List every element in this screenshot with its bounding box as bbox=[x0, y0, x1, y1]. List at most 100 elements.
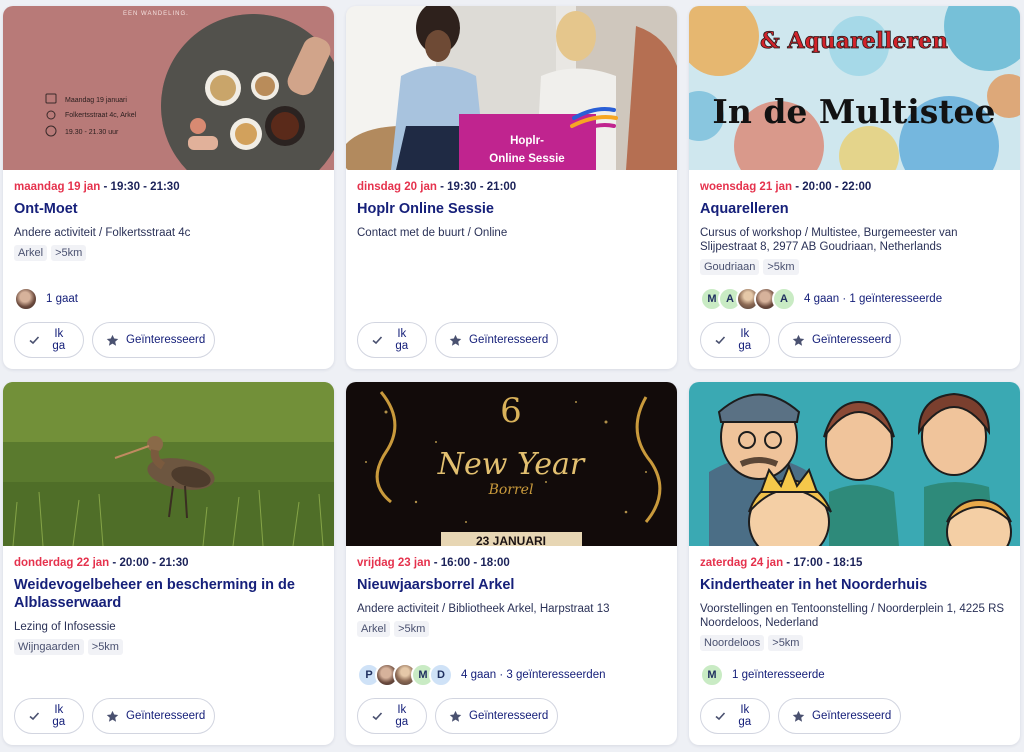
going-label: Ik ga bbox=[395, 704, 409, 728]
attendee-avatars: M bbox=[700, 663, 724, 687]
datetime-separator: - bbox=[433, 557, 438, 569]
check-icon bbox=[28, 709, 41, 723]
going-label: Ik ga bbox=[738, 328, 752, 352]
event-date: donderdag 22 jan bbox=[14, 557, 110, 569]
check-icon bbox=[714, 333, 727, 347]
going-label: Ik ga bbox=[738, 704, 752, 728]
event-image-graphic: EEN WANDELING. Maandag 19 januari Folker… bbox=[3, 6, 334, 170]
image-label-line2: Online Sessie bbox=[489, 153, 564, 165]
check-icon bbox=[28, 333, 41, 347]
event-image[interactable]: 6 New Year Borrel 23 JANUARI bbox=[346, 382, 677, 546]
interested-button[interactable]: Geïnteresseerd bbox=[778, 698, 901, 734]
event-image[interactable]: EEN WANDELING. Maandag 19 januari Folker… bbox=[3, 6, 334, 170]
event-time: 19:30 - 21:30 bbox=[110, 181, 180, 193]
datetime-separator: - bbox=[103, 181, 108, 193]
datetime-separator: - bbox=[440, 181, 444, 193]
event-title[interactable]: Aquarelleren bbox=[700, 200, 1009, 218]
event-tags: Arkel >5km bbox=[357, 621, 666, 637]
event-location: Andere activiteit / Bibliotheek Arkel, H… bbox=[357, 603, 610, 615]
event-actions: Ik ga Geïnteresseerd bbox=[700, 322, 901, 358]
event-image[interactable] bbox=[689, 382, 1020, 546]
event-time: 20:00 - 22:00 bbox=[802, 181, 872, 193]
event-image-graphic bbox=[689, 382, 1020, 546]
event-datetime: donderdag 22 jan - 20:00 - 21:30 bbox=[14, 556, 323, 571]
event-actions: Ik ga Geïnteresseerd bbox=[14, 322, 215, 358]
event-location: Voorstellingen en Tentoonstelling / Noor… bbox=[700, 603, 1005, 629]
event-title[interactable]: Kindertheater in het Noorderhuis bbox=[700, 576, 1009, 594]
attendee-avatars: M A A bbox=[700, 287, 796, 311]
star-icon bbox=[449, 333, 462, 347]
star-icon bbox=[792, 709, 805, 723]
event-datetime: dinsdag 20 jan - 19:30 - 21:00 bbox=[357, 180, 666, 195]
event-actions: Ik ga Geïnteresseerd bbox=[357, 322, 558, 358]
event-date: woensdag 21 jan bbox=[700, 181, 793, 193]
event-image[interactable]: Hoplr- Online Sessie bbox=[346, 6, 677, 170]
interested-button[interactable]: Geïnteresseerd bbox=[435, 698, 558, 734]
going-label: Ik ga bbox=[52, 328, 66, 352]
attendance-text: 1 geïnteresseerde bbox=[732, 669, 825, 681]
check-icon bbox=[371, 333, 384, 347]
event-date: dinsdag 20 jan bbox=[357, 181, 437, 193]
image-title-line2: In de Multistee bbox=[712, 92, 995, 131]
attendance[interactable]: P M D 4 gaan · 3 geïnteresseerden bbox=[357, 663, 606, 687]
avatar: A bbox=[772, 287, 796, 311]
event-card-ont-moet[interactable]: EEN WANDELING. Maandag 19 januari Folker… bbox=[3, 6, 334, 369]
image-title-line1: New Year bbox=[437, 447, 586, 482]
image-info-time: 19.30 - 21.30 uur bbox=[65, 129, 119, 136]
event-title[interactable]: Ont-Moet bbox=[14, 200, 323, 218]
event-tags: Wijngaarden >5km bbox=[14, 639, 323, 655]
event-datetime: vrijdag 23 jan - 16:00 - 18:00 bbox=[357, 556, 666, 571]
image-title-line2: Borrel bbox=[488, 482, 534, 498]
going-button[interactable]: Ik ga bbox=[700, 322, 770, 358]
going-label: Ik ga bbox=[52, 704, 66, 728]
interested-label: Geïnteresseerd bbox=[812, 334, 892, 346]
going-button[interactable]: Ik ga bbox=[357, 322, 427, 358]
event-image-graphic bbox=[3, 382, 334, 546]
tag-place: Arkel bbox=[14, 245, 48, 261]
interested-label: Geïnteresseerd bbox=[126, 334, 206, 346]
interested-button[interactable]: Geïnteresseerd bbox=[92, 698, 215, 734]
tag-distance: >5km bbox=[394, 621, 430, 637]
going-button[interactable]: Ik ga bbox=[14, 322, 84, 358]
going-button[interactable]: Ik ga bbox=[14, 698, 84, 734]
tag-distance: >5km bbox=[87, 639, 123, 655]
event-card-weidevogel[interactable]: donderdag 22 jan - 20:00 - 21:30 Weidevo… bbox=[3, 382, 334, 745]
event-title[interactable]: Nieuwjaarsborrel Arkel bbox=[357, 576, 666, 594]
attendance[interactable]: M 1 geïnteresseerde bbox=[700, 663, 825, 687]
event-date: zaterdag 24 jan bbox=[700, 557, 784, 569]
event-card-nieuwjaarsborrel[interactable]: 6 New Year Borrel 23 JANUARI vrijdag 23 … bbox=[346, 382, 677, 745]
attendance[interactable]: 1 gaat bbox=[14, 287, 78, 311]
interested-button[interactable]: Geïnteresseerd bbox=[92, 322, 215, 358]
tag-place: Noordeloos bbox=[700, 635, 765, 651]
event-tags: Noordeloos >5km bbox=[700, 635, 1009, 651]
event-title[interactable]: Weidevogelbeheer en bescherming in de Al… bbox=[14, 576, 323, 612]
interested-button[interactable]: Geïnteresseerd bbox=[778, 322, 901, 358]
datetime-separator: - bbox=[795, 181, 800, 193]
event-location: Contact met de buurt / Online bbox=[357, 227, 508, 239]
event-title[interactable]: Hoplr Online Sessie bbox=[357, 200, 666, 218]
image-label-line1: Hoplr- bbox=[510, 135, 544, 147]
event-actions: Ik ga Geïnteresseerd bbox=[700, 698, 901, 734]
event-tags: Arkel >5km bbox=[14, 245, 323, 261]
event-card-kindertheater[interactable]: zaterdag 24 jan - 17:00 - 18:15 Kinderth… bbox=[689, 382, 1020, 745]
check-icon bbox=[714, 709, 727, 723]
event-image[interactable] bbox=[3, 382, 334, 546]
image-caption: EEN WANDELING. bbox=[123, 11, 189, 17]
event-image-graphic: Hoplr- Online Sessie bbox=[346, 6, 677, 170]
attendance-text: 4 gaan · 3 geïnteresseerden bbox=[461, 669, 606, 681]
interested-label: Geïnteresseerd bbox=[126, 710, 206, 722]
event-location: Lezing of Infosessie bbox=[14, 621, 116, 633]
tag-distance: >5km bbox=[768, 635, 804, 651]
event-card-hoplr[interactable]: Hoplr- Online Sessie dinsdag 20 jan - 19… bbox=[346, 6, 677, 369]
image-date-banner: 23 JANUARI bbox=[476, 534, 546, 546]
event-image[interactable]: & Aquarelleren In de Multistee bbox=[689, 6, 1020, 170]
star-icon bbox=[106, 709, 119, 723]
svg-text:6: 6 bbox=[500, 391, 522, 431]
event-card-aquarelleren[interactable]: & Aquarelleren In de Multistee woensdag … bbox=[689, 6, 1020, 369]
going-button[interactable]: Ik ga bbox=[357, 698, 427, 734]
interested-button[interactable]: Geïnteresseerd bbox=[435, 322, 558, 358]
attendance[interactable]: M A A 4 gaan · 1 geïnteresseerde bbox=[700, 287, 942, 311]
going-button[interactable]: Ik ga bbox=[700, 698, 770, 734]
datetime-separator: - bbox=[786, 557, 791, 569]
tag-distance: >5km bbox=[763, 259, 799, 275]
